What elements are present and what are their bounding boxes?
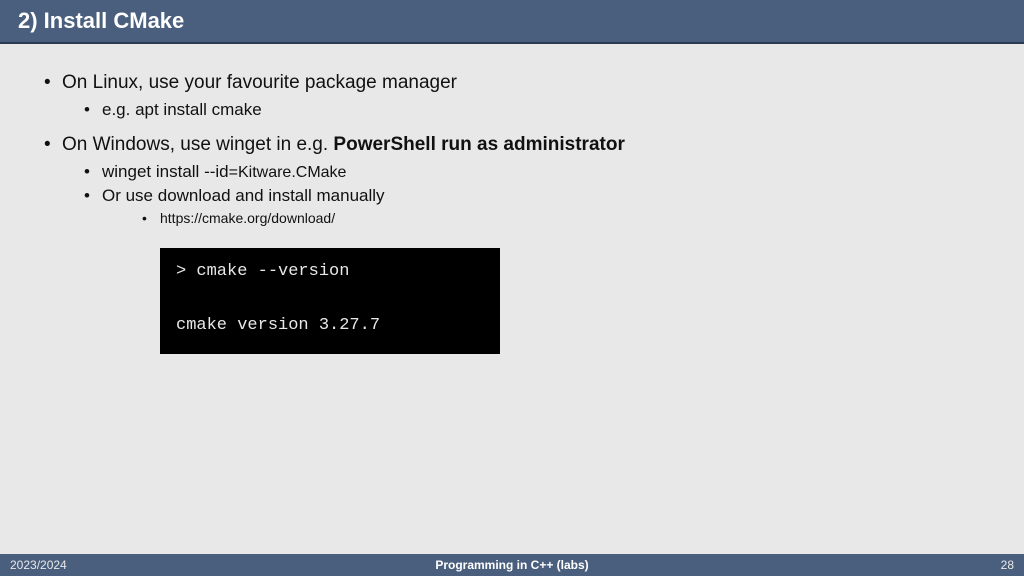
bullet-linux: On Linux, use your favourite package man… <box>40 72 984 120</box>
terminal-line1: > cmake --version <box>176 262 349 281</box>
winget-flag: --id <box>204 162 229 181</box>
bullet-windows-bold: PowerShell run as administrator <box>333 134 624 155</box>
bullet-list: On Linux, use your favourite package man… <box>40 72 984 226</box>
terminal-line3: cmake version 3.27.7 <box>176 316 380 335</box>
bullet-url: https://cmake.org/download/ <box>102 210 984 226</box>
bullet-windows-pre: On Windows, use winget in e.g. <box>62 134 333 155</box>
winget-rest: =Kitware.CMake <box>229 164 347 181</box>
bullet-winget: winget install --id=Kitware.CMake <box>62 162 984 182</box>
footer-course: Programming in C++ (labs) <box>435 558 588 572</box>
slide-content: On Linux, use your favourite package man… <box>0 44 1024 354</box>
slide-title: 2) Install CMake <box>18 8 1006 34</box>
terminal-block: > cmake --version cmake version 3.27.7 <box>160 248 500 354</box>
bullet-apt: e.g. apt install cmake <box>62 100 984 120</box>
bullet-manual-text: Or use download and install manually <box>102 186 385 205</box>
bullet-manual: Or use download and install manually htt… <box>62 186 984 226</box>
winget-pre: winget install <box>102 162 204 181</box>
slide-footer: 2023/2024 Programming in C++ (labs) 28 <box>0 554 1024 576</box>
footer-page-number: 28 <box>1001 558 1014 572</box>
bullet-windows: On Windows, use winget in e.g. PowerShel… <box>40 134 984 226</box>
bullet-linux-text: On Linux, use your favourite package man… <box>62 72 457 93</box>
slide-header: 2) Install CMake <box>0 0 1024 44</box>
footer-year: 2023/2024 <box>10 558 67 572</box>
